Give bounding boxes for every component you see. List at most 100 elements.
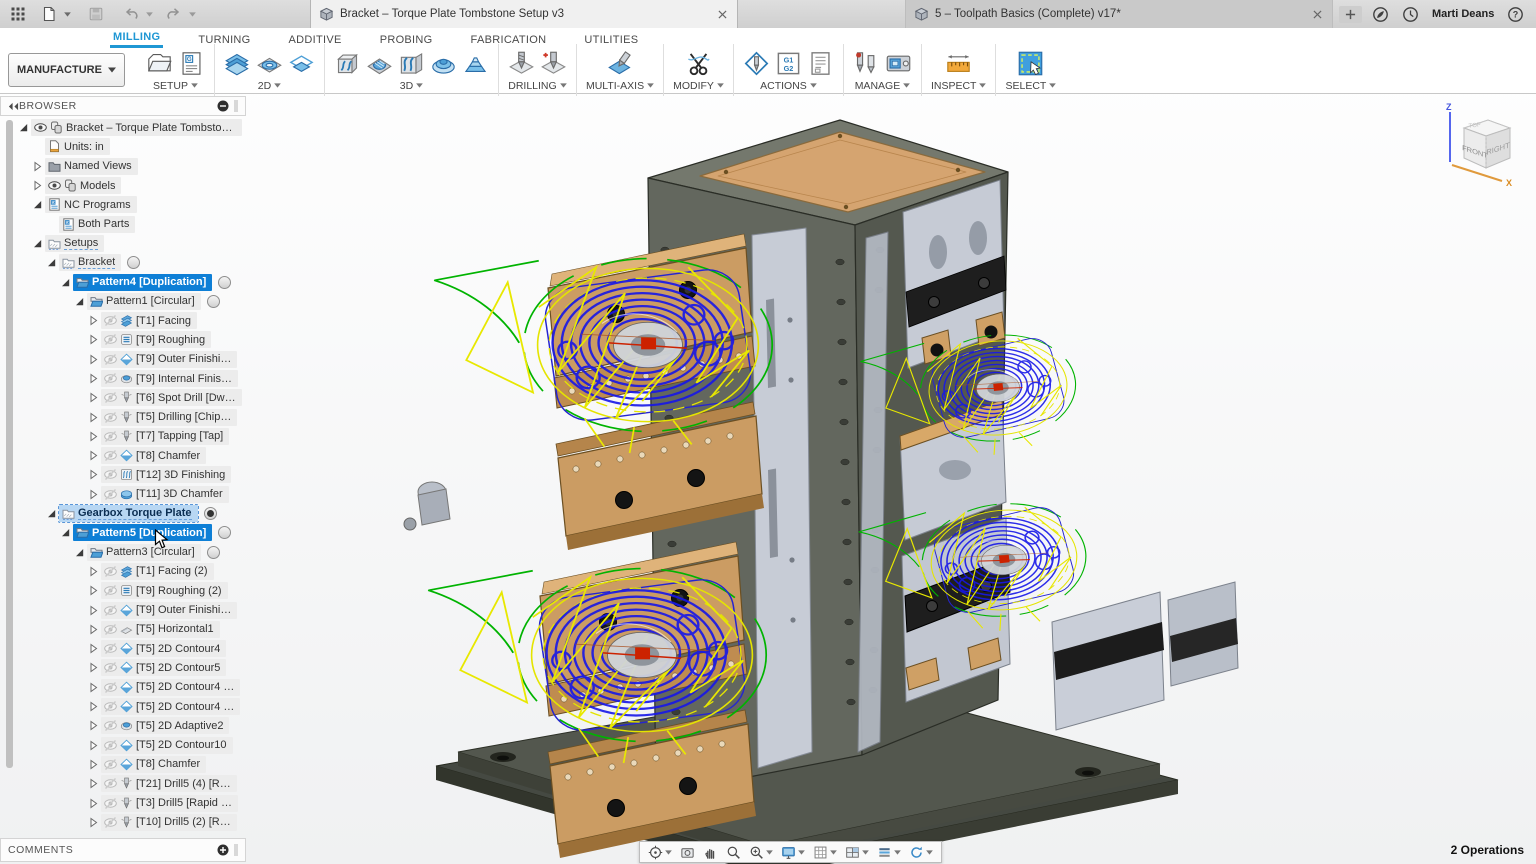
- setup-folder-icon[interactable]: [146, 50, 173, 77]
- contour-2d-icon[interactable]: [288, 50, 315, 77]
- eye-off-icon[interactable]: [104, 816, 117, 829]
- setup-sheet-icon[interactable]: [807, 50, 834, 77]
- browser-row[interactable]: Named Views: [0, 157, 246, 176]
- eye-off-icon[interactable]: [104, 353, 117, 366]
- browser-row[interactable]: G NC Programs: [0, 195, 246, 214]
- post-process-icon[interactable]: G1 G2: [775, 50, 802, 77]
- browser-row[interactable]: [T5] 2D Contour5: [0, 658, 246, 677]
- eye-off-icon[interactable]: [104, 642, 117, 655]
- expand-toggle-icon[interactable]: [86, 372, 101, 385]
- expand-toggle-icon[interactable]: [86, 333, 101, 346]
- expand-toggle-icon[interactable]: [58, 526, 73, 539]
- setup-radio[interactable]: [127, 256, 141, 270]
- effects-button[interactable]: [873, 842, 905, 862]
- expand-toggle-icon[interactable]: [86, 449, 101, 462]
- eye-off-icon[interactable]: [104, 449, 117, 462]
- expand-toggle-icon[interactable]: [86, 353, 101, 366]
- drill-icon[interactable]: [508, 50, 535, 77]
- document-tab-2[interactable]: 5 – Toolpath Basics (Complete) v17*: [905, 0, 1333, 28]
- save-icon[interactable]: [88, 6, 104, 22]
- eye-off-icon[interactable]: [104, 411, 117, 424]
- eye-off-icon[interactable]: [104, 391, 117, 404]
- look-at-button[interactable]: [676, 842, 699, 862]
- browser-row[interactable]: Models: [0, 176, 246, 195]
- expand-toggle-icon[interactable]: [86, 739, 101, 752]
- expand-toggle-icon[interactable]: [30, 237, 45, 250]
- expand-toggle-icon[interactable]: [86, 468, 101, 481]
- browser-row[interactable]: [T3] Drill5 [Rapid …: [0, 793, 246, 812]
- browser-row[interactable]: [T5] 2D Contour10: [0, 736, 246, 755]
- setup-radio[interactable]: [218, 526, 232, 540]
- expand-toggle-icon[interactable]: [30, 160, 45, 173]
- browser-row[interactable]: Pattern1 [Circular]: [0, 292, 246, 311]
- grid-settings-button[interactable]: [809, 842, 841, 862]
- browser-row[interactable]: [T5] 2D Contour4: [0, 639, 246, 658]
- tool-library-icon[interactable]: [853, 50, 880, 77]
- eye-off-icon[interactable]: [104, 700, 117, 713]
- pocket-2d-icon[interactable]: [256, 50, 283, 77]
- expand-toggle-icon[interactable]: [44, 507, 59, 520]
- zoom-window-button[interactable]: [745, 842, 777, 862]
- browser-row[interactable]: [T12] 3D Finishing: [0, 465, 246, 484]
- display-settings-button[interactable]: [777, 842, 809, 862]
- app-grid-icon[interactable]: [10, 6, 26, 22]
- spiral-3d-icon[interactable]: [462, 50, 489, 77]
- expand-toggle-icon[interactable]: [86, 565, 101, 578]
- eye-off-icon[interactable]: [104, 468, 117, 481]
- expand-toggle-icon[interactable]: [72, 546, 87, 559]
- close-tab-icon[interactable]: [716, 8, 729, 21]
- browser-row[interactable]: [T9] Outer Finishi…: [0, 350, 246, 369]
- browser-row[interactable]: Pattern4 [Duplication]: [0, 272, 246, 291]
- extensions-icon[interactable]: [1372, 6, 1389, 23]
- browser-row[interactable]: [T7] Tapping [Tap]: [0, 427, 246, 446]
- browser-row[interactable]: [T8] Chamfer: [0, 755, 246, 774]
- close-tab-icon[interactable]: [1311, 8, 1324, 21]
- eye-off-icon[interactable]: [104, 372, 117, 385]
- browser-row[interactable]: [T1] Facing (2): [0, 562, 246, 581]
- eye-off-icon[interactable]: [104, 584, 117, 597]
- eye-off-icon[interactable]: [104, 314, 117, 327]
- eye-off-icon[interactable]: [104, 661, 117, 674]
- zoom-button[interactable]: [722, 842, 745, 862]
- expand-toggle-icon[interactable]: [86, 604, 101, 617]
- ribbon-group-label-inspect[interactable]: INSPECT: [931, 80, 987, 92]
- browser-row[interactable]: [T5] 2D Contour4 …: [0, 697, 246, 716]
- ribbon-group-label-3d[interactable]: 3D: [400, 80, 424, 92]
- thread-mill-icon[interactable]: [540, 50, 567, 77]
- expand-toggle-icon[interactable]: [44, 256, 59, 269]
- ribbon-group-label-modify[interactable]: MODIFY: [673, 80, 724, 92]
- expand-toggle-icon[interactable]: [86, 700, 101, 713]
- redo-caret-icon[interactable]: [189, 11, 196, 17]
- collapse-panel-icon[interactable]: [8, 102, 19, 111]
- expand-toggle-icon[interactable]: [86, 661, 101, 674]
- browser-row[interactable]: [T1] Facing: [0, 311, 246, 330]
- expand-toggle-icon[interactable]: [86, 681, 101, 694]
- browser-row[interactable]: Pattern3 [Circular]: [0, 543, 246, 562]
- expand-toggle-icon[interactable]: [86, 816, 101, 829]
- expand-toggle-icon[interactable]: [30, 179, 45, 192]
- file-menu-caret-icon[interactable]: [64, 11, 71, 17]
- expand-toggle-icon[interactable]: [16, 121, 31, 134]
- expand-toggle-icon[interactable]: [86, 391, 101, 404]
- setup-radio[interactable]: [206, 545, 220, 559]
- viewcube[interactable]: Z X TOP FRONT RIGHT: [1434, 98, 1534, 193]
- file-menu-icon[interactable]: [41, 6, 57, 22]
- browser-row[interactable]: [T5] Drilling [Chip…: [0, 407, 246, 426]
- orbit-button[interactable]: [644, 842, 676, 862]
- measure-icon[interactable]: [945, 50, 972, 77]
- eye-off-icon[interactable]: [104, 758, 117, 771]
- browser-row[interactable]: [T9] Roughing: [0, 330, 246, 349]
- panel-drag-handle[interactable]: [234, 100, 238, 112]
- browser-row[interactable]: [T5] 2D Contour4 …: [0, 678, 246, 697]
- face-2d-icon[interactable]: [224, 50, 251, 77]
- pocket-3d-icon[interactable]: [366, 50, 393, 77]
- expand-toggle-icon[interactable]: [86, 623, 101, 636]
- new-tab-button[interactable]: [1339, 5, 1362, 23]
- eye-off-icon[interactable]: [104, 604, 117, 617]
- browser-row[interactable]: Bracket – Torque Plate Tombstone …: [0, 118, 246, 137]
- eye-off-icon[interactable]: [104, 333, 117, 346]
- expand-toggle-icon[interactable]: [86, 758, 101, 771]
- browser-row[interactable]: Units: in: [0, 137, 246, 156]
- add-comment-icon[interactable]: [217, 844, 229, 856]
- browser-row[interactable]: [T5] Horizontal1: [0, 620, 246, 639]
